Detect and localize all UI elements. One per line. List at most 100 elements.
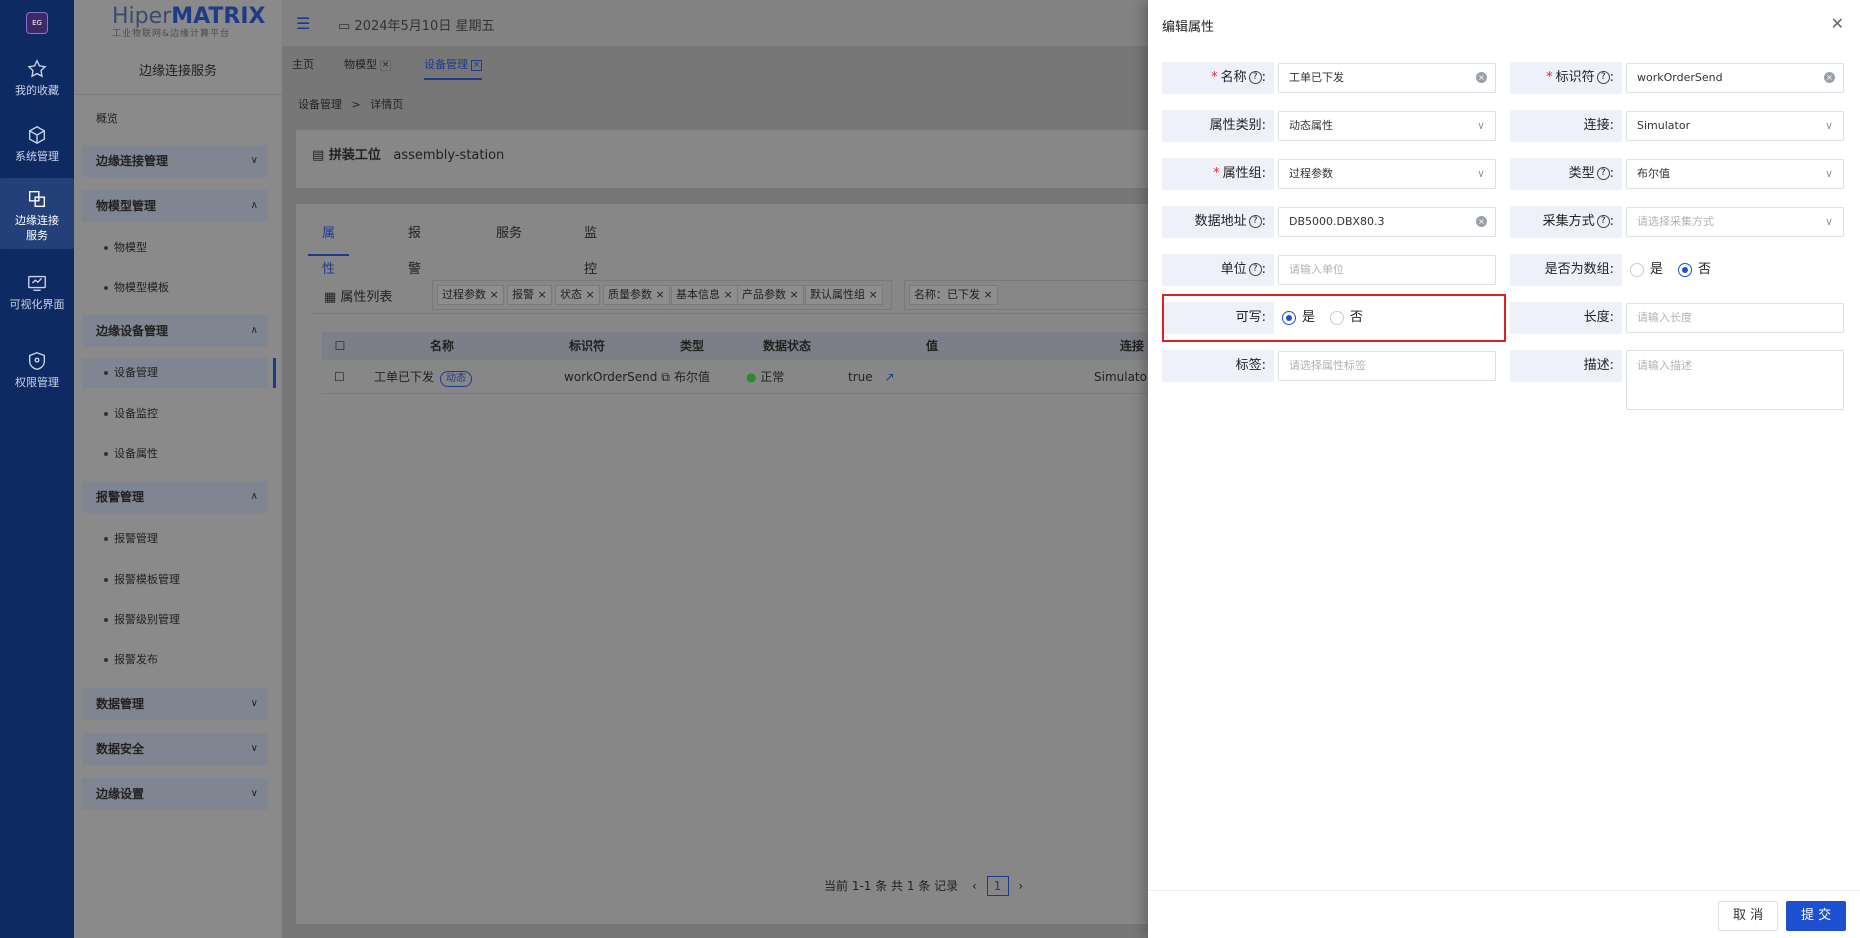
tab-device-manage[interactable]: 设备管理 × bbox=[424, 52, 482, 80]
row-checkbox[interactable]: ☐ bbox=[334, 360, 345, 394]
sidebar-group-security[interactable]: 数据安全 ∨ bbox=[82, 733, 268, 765]
chip[interactable]: 默认属性组 × bbox=[805, 285, 883, 305]
tab-home[interactable]: 主页 bbox=[292, 52, 314, 80]
tab-attributes[interactable]: 属性 bbox=[308, 216, 350, 277]
link-squares-icon bbox=[28, 190, 46, 208]
prev-page-icon[interactable]: ‹ bbox=[972, 879, 977, 893]
chip[interactable]: 状态 × bbox=[555, 285, 600, 305]
rail-item-favorites[interactable]: 我的收藏 bbox=[0, 58, 74, 98]
submit-button[interactable]: 提 交 bbox=[1786, 901, 1847, 931]
clear-icon[interactable]: × bbox=[1824, 72, 1835, 83]
collect-select[interactable]: 请选择采集方式 ∨ bbox=[1626, 207, 1844, 237]
doc-icon: ▤ bbox=[312, 148, 329, 163]
radio-circle bbox=[1630, 262, 1644, 277]
tab-model[interactable]: 物模型 × bbox=[344, 52, 391, 80]
bullet bbox=[104, 578, 108, 582]
sidebar-group-alarm[interactable]: 报警管理 ∧ bbox=[82, 481, 268, 513]
chevron-down-icon: ∨ bbox=[1824, 215, 1833, 228]
group-select[interactable]: 过程参数 ∨ bbox=[1278, 159, 1496, 189]
label-category: 属性类别: bbox=[1162, 110, 1274, 142]
ident-input[interactable]: workOrderSend × bbox=[1626, 63, 1844, 93]
chevron-down-icon: ∨ bbox=[1824, 167, 1833, 180]
help-icon[interactable]: ? bbox=[1596, 71, 1610, 84]
group-chips[interactable]: 过程参数 × 报警 × 状态 × 质量参数 × 基本信息 × 产品参数 × 默认… bbox=[432, 280, 892, 310]
rail-item-edge[interactable]: 边缘连接服务 bbox=[0, 178, 74, 249]
tags-select[interactable]: 请选择属性标签 bbox=[1278, 351, 1496, 381]
help-icon[interactable]: ? bbox=[1248, 71, 1262, 84]
addr-input[interactable]: DB5000.DBX80.3 × bbox=[1278, 207, 1496, 237]
trend-icon[interactable]: ↗ bbox=[884, 370, 894, 384]
sidebar-item-alarm-level[interactable]: 报警级别管理 bbox=[82, 605, 268, 635]
is-array-no-radio[interactable]: 否 bbox=[1678, 254, 1711, 286]
sidebar-item-alarm-publish[interactable]: 报警发布 bbox=[82, 645, 268, 675]
page-1-button[interactable]: 1 bbox=[986, 876, 1009, 896]
tab-alarms[interactable]: 报警 bbox=[394, 216, 435, 277]
category-select[interactable]: 动态属性 ∨ bbox=[1278, 111, 1496, 141]
label-collect: 采集方式?: bbox=[1510, 206, 1622, 238]
select-all-checkbox[interactable]: ☐ bbox=[330, 332, 350, 360]
sidebar-item-alarm-template[interactable]: 报警模板管理 bbox=[82, 565, 268, 595]
sidebar-item-device-manage[interactable]: 设备管理 bbox=[82, 358, 276, 388]
sidebar-group-edge-conn[interactable]: 边缘连接管理 ∨ bbox=[82, 145, 268, 177]
chip[interactable]: 报警 × bbox=[507, 285, 552, 305]
rail-item-permission[interactable]: 权限管理 bbox=[0, 350, 74, 390]
breadcrumb-link[interactable]: 设备管理 bbox=[298, 98, 342, 111]
clear-icon[interactable]: × bbox=[1476, 72, 1487, 83]
table-row[interactable]: ☐ 工单已下发 动态 workOrderSend ⧉ 布尔值 ● 正常 true … bbox=[322, 360, 1212, 394]
bullet bbox=[104, 412, 108, 416]
desc-textarea[interactable]: 请输入描述 bbox=[1626, 350, 1844, 410]
rail-item-system[interactable]: 系统管理 bbox=[0, 124, 74, 164]
name-input[interactable]: 工单已下发 × bbox=[1278, 63, 1496, 93]
help-icon[interactable]: ? bbox=[1596, 167, 1610, 180]
cell-type: 布尔值 bbox=[674, 370, 711, 384]
sidebar-group-device[interactable]: 边缘设备管理 ∧ bbox=[82, 315, 268, 347]
list-title: ▦ 属性列表 bbox=[324, 290, 393, 305]
type-select[interactable]: 布尔值 ∨ bbox=[1626, 159, 1844, 189]
help-icon[interactable]: ? bbox=[1248, 215, 1262, 228]
copy-icon[interactable]: ⧉ bbox=[661, 370, 670, 384]
sidebar-item-model-template[interactable]: 物模型模板 bbox=[82, 273, 268, 303]
menu-toggle-icon[interactable]: ☰ bbox=[296, 14, 310, 33]
bullet bbox=[104, 452, 108, 456]
help-icon[interactable]: ? bbox=[1248, 263, 1262, 276]
is-array-yes-radio[interactable]: 是 bbox=[1630, 254, 1663, 286]
sidebar-group-model[interactable]: 物模型管理 ∧ bbox=[82, 190, 268, 222]
col-name: 名称 bbox=[429, 339, 454, 353]
label-conn: 连接: bbox=[1510, 110, 1622, 142]
bullet bbox=[104, 246, 108, 250]
sidebar-item-model[interactable]: 物模型 bbox=[82, 233, 268, 263]
chip[interactable]: 过程参数 × bbox=[437, 285, 504, 305]
close-icon[interactable]: ✕ bbox=[1831, 14, 1844, 33]
sidebar-item-device-monitor[interactable]: 设备监控 bbox=[82, 399, 268, 429]
filter-chip[interactable]: 名称：已下发 × bbox=[909, 285, 998, 305]
next-page-icon[interactable]: › bbox=[1018, 879, 1023, 893]
required-mark: * bbox=[1211, 70, 1218, 85]
breadcrumb-current: 详情页 bbox=[370, 98, 404, 111]
rail-item-visual[interactable]: 可视化界面 bbox=[0, 272, 74, 312]
length-input[interactable]: 请输入长度 bbox=[1626, 303, 1844, 333]
close-icon[interactable]: × bbox=[380, 59, 391, 71]
help-icon[interactable]: ? bbox=[1596, 215, 1610, 228]
sidebar-item-device-attr[interactable]: 设备属性 bbox=[82, 439, 268, 469]
tab-monitor[interactable]: 监控 bbox=[570, 216, 611, 277]
detail-header: ▤ 拼装工位 assembly-station bbox=[296, 130, 1196, 188]
clear-icon[interactable]: × bbox=[1476, 216, 1487, 227]
chip[interactable]: 产品参数 × bbox=[737, 285, 804, 305]
chip[interactable]: 质量参数 × bbox=[603, 285, 670, 305]
rail-label: 可视化界面 bbox=[9, 298, 65, 311]
rail-label: 权限管理 bbox=[15, 376, 59, 389]
col-status: 数据状态 bbox=[762, 339, 811, 353]
sidebar-group-edge-settings[interactable]: 边缘设置 ∨ bbox=[82, 778, 268, 810]
conn-select[interactable]: Simulator ∨ bbox=[1626, 111, 1844, 141]
sidebar-item-alarm-manage[interactable]: 报警管理 bbox=[82, 524, 268, 554]
unit-input[interactable]: 请输入单位 bbox=[1278, 255, 1496, 285]
chip[interactable]: 基本信息 × bbox=[671, 285, 738, 305]
close-icon[interactable]: × bbox=[471, 59, 482, 71]
sidebar-item-overview[interactable]: 概览 bbox=[82, 104, 268, 134]
tab-services[interactable]: 服务 bbox=[482, 216, 536, 256]
cancel-button[interactable]: 取 消 bbox=[1718, 901, 1779, 931]
pagination: 当前 1-1 条 共 1 条 记录 ‹ 1 › bbox=[824, 876, 1023, 896]
rail-label: 系统管理 bbox=[15, 150, 59, 163]
sidebar-title: 边缘连接服务 bbox=[138, 64, 217, 79]
sidebar-group-data[interactable]: 数据管理 ∨ bbox=[82, 688, 268, 720]
